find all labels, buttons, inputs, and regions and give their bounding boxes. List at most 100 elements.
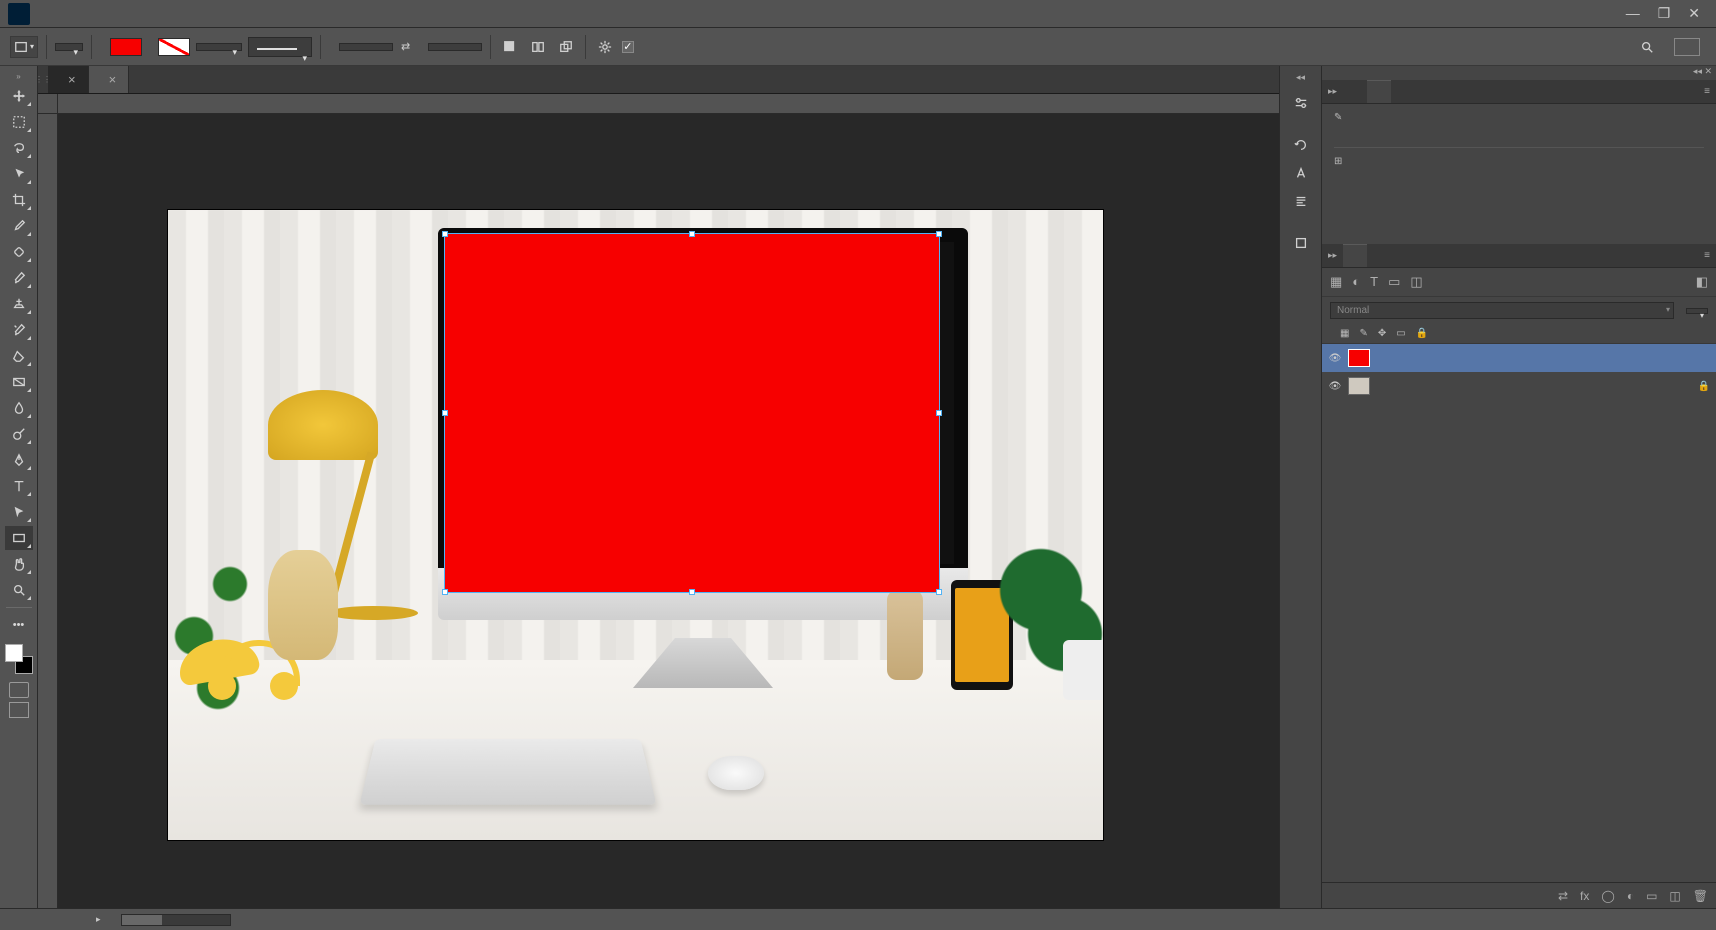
transform-handle-w[interactable]: [442, 410, 448, 416]
horizontal-ruler[interactable]: [58, 94, 1321, 114]
close-tab-1-icon[interactable]: ×: [68, 72, 76, 87]
lock-pixels-icon[interactable]: ✎: [1359, 328, 1367, 339]
horizontal-scrollbar[interactable]: [121, 914, 231, 926]
transform-handle-ne[interactable]: [936, 231, 942, 237]
character-panel-icon[interactable]: [1289, 161, 1313, 185]
info-panel-tab[interactable]: [1367, 80, 1391, 103]
quick-select-tool[interactable]: [5, 162, 33, 186]
lock-position-icon[interactable]: ✥: [1378, 328, 1386, 339]
opacity-input[interactable]: [1686, 308, 1708, 314]
transform-handle-se[interactable]: [936, 589, 942, 595]
window-restore-icon[interactable]: ❐: [1658, 5, 1671, 22]
layer-thumb[interactable]: [1348, 349, 1370, 367]
link-dimensions-icon[interactable]: ⇄: [401, 40, 410, 53]
layer-mask-icon[interactable]: ◯: [1601, 889, 1614, 903]
gradient-tool[interactable]: [5, 370, 33, 394]
transform-handle-nw[interactable]: [442, 231, 448, 237]
tools-collapse-icon[interactable]: »: [14, 70, 22, 83]
layer-row-background[interactable]: 👁 🔒: [1322, 372, 1716, 400]
rectangle-tool[interactable]: [5, 526, 33, 550]
color-swatches[interactable]: [5, 644, 33, 674]
layer-visibility-icon[interactable]: 👁: [1328, 381, 1342, 392]
gear-icon[interactable]: [594, 36, 616, 58]
window-close-icon[interactable]: ✕: [1688, 5, 1700, 22]
lock-artboard-icon[interactable]: ▭: [1396, 328, 1405, 339]
vertical-ruler[interactable]: [38, 114, 58, 908]
edit-toolbar-icon[interactable]: •••: [5, 613, 33, 637]
paths-panel-menu-icon[interactable]: ≡: [1698, 244, 1716, 267]
history-panel-icon[interactable]: [1289, 133, 1313, 157]
tool-mode-select[interactable]: [55, 43, 83, 51]
canvas[interactable]: [168, 210, 1103, 840]
adjustment-layer-icon[interactable]: ◐: [1627, 889, 1634, 903]
info-panel-menu-icon[interactable]: ≡: [1698, 80, 1716, 103]
layer-effects-icon[interactable]: fx: [1580, 889, 1589, 903]
healing-brush-tool[interactable]: [5, 240, 33, 264]
path-select-tool[interactable]: [5, 500, 33, 524]
stroke-swatch[interactable]: [158, 38, 190, 56]
expand-panels-icon[interactable]: ◂◂: [1296, 72, 1305, 83]
rectangle-shape[interactable]: [445, 234, 939, 592]
foreground-color[interactable]: [5, 644, 23, 662]
filter-smart-icon[interactable]: ◫: [1410, 274, 1422, 290]
actions-panel-tab[interactable]: [1343, 80, 1367, 103]
workspace-switcher-icon[interactable]: [1674, 38, 1700, 56]
layer-lock-icon[interactable]: 🔒: [1698, 381, 1710, 392]
crop-tool[interactable]: [5, 188, 33, 212]
filter-type-icon[interactable]: T: [1370, 274, 1378, 290]
eyedropper-tool[interactable]: [5, 214, 33, 238]
search-icon[interactable]: [1636, 36, 1658, 58]
fill-swatch[interactable]: [110, 38, 142, 56]
close-tab-2-icon[interactable]: ×: [109, 72, 117, 87]
pen-tool[interactable]: [5, 448, 33, 472]
filter-adjustment-icon[interactable]: ◐: [1352, 274, 1360, 290]
ruler-origin[interactable]: [38, 94, 58, 114]
document-tab-1[interactable]: ×: [48, 66, 89, 93]
lock-transparency-icon[interactable]: ▦: [1340, 328, 1349, 339]
dodge-tool[interactable]: [5, 422, 33, 446]
move-tool[interactable]: [5, 84, 33, 108]
screen-mode-icon[interactable]: [9, 702, 29, 718]
layer-thumb[interactable]: [1348, 377, 1370, 395]
quick-mask-icon[interactable]: [9, 682, 29, 698]
stroke-width-input[interactable]: [196, 43, 242, 51]
lock-all-icon[interactable]: 🔒: [1416, 328, 1428, 339]
canvas-area[interactable]: [38, 94, 1321, 908]
filter-shape-icon[interactable]: ▭: [1388, 274, 1400, 290]
paths-panel-tab[interactable]: [1343, 244, 1367, 267]
path-arrangement-icon[interactable]: [555, 36, 577, 58]
panel-group-collapse-icon[interactable]: ▸▸: [1322, 80, 1343, 103]
layer-visibility-icon[interactable]: 👁: [1328, 353, 1342, 364]
align-edges-checkbox[interactable]: [622, 41, 634, 53]
window-minimize-icon[interactable]: —: [1626, 5, 1640, 22]
layer-group-icon[interactable]: ▭: [1646, 889, 1657, 903]
filter-toggle-icon[interactable]: ◧: [1696, 274, 1708, 290]
path-alignment-icon[interactable]: [527, 36, 549, 58]
height-input[interactable]: [428, 43, 482, 51]
new-layer-icon[interactable]: ◫: [1669, 889, 1680, 903]
layer-row-rectangle[interactable]: 👁: [1322, 344, 1716, 372]
brushes-panel-icon[interactable]: [1289, 231, 1313, 255]
tab-grip-icon[interactable]: ⋮⋮: [38, 66, 48, 93]
transform-handle-sw[interactable]: [442, 589, 448, 595]
width-input[interactable]: [339, 43, 393, 51]
paragraph-panel-icon[interactable]: [1289, 189, 1313, 213]
marquee-tool[interactable]: [5, 110, 33, 134]
blend-mode-select[interactable]: Normal: [1330, 302, 1674, 319]
path-operations-icon[interactable]: [499, 36, 521, 58]
stroke-style-select[interactable]: [248, 37, 312, 57]
filter-pixel-icon[interactable]: ▦: [1330, 274, 1342, 290]
brush-tool[interactable]: [5, 266, 33, 290]
blur-tool[interactable]: [5, 396, 33, 420]
transform-handle-e[interactable]: [936, 410, 942, 416]
document-info-menu-icon[interactable]: ▸: [96, 914, 101, 925]
clone-stamp-tool[interactable]: [5, 292, 33, 316]
type-tool[interactable]: [5, 474, 33, 498]
transform-handle-s[interactable]: [689, 589, 695, 595]
active-tool-indicator[interactable]: ▾: [10, 36, 38, 58]
hand-tool[interactable]: [5, 552, 33, 576]
history-brush-tool[interactable]: [5, 318, 33, 342]
link-layers-icon[interactable]: ⇄: [1558, 889, 1568, 903]
eraser-tool[interactable]: [5, 344, 33, 368]
delete-layer-icon[interactable]: 🗑: [1693, 889, 1708, 903]
